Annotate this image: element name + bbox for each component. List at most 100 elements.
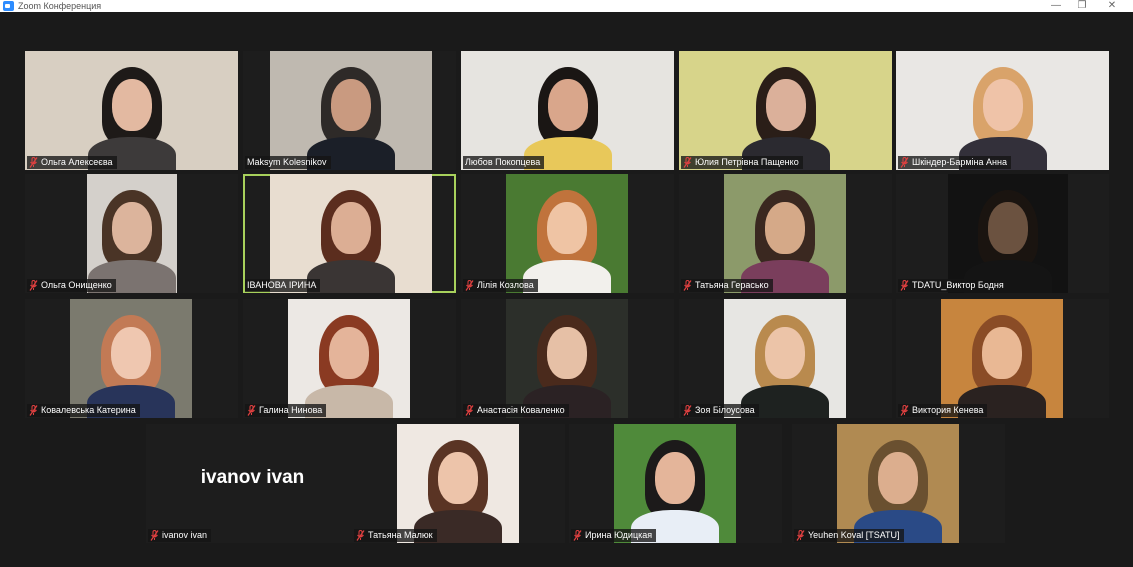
participant-tile[interactable]: Ковалевська Катерина [25, 299, 238, 418]
person-face [765, 327, 805, 379]
participant-name: Ольга Алексеєва [41, 157, 113, 167]
participant-name-tag: Виктория Кенева [898, 404, 988, 417]
participant-tile[interactable]: Татьяна Малюк [352, 424, 565, 543]
participant-video [724, 299, 846, 418]
participant-video [25, 51, 238, 170]
participant-name: Анастасія Коваленко [477, 405, 565, 415]
mic-muted-icon [683, 405, 692, 416]
person-face [111, 327, 151, 379]
participant-video [506, 174, 628, 293]
participant-video [724, 174, 846, 293]
participant-name: Любов Покопцева [465, 157, 541, 167]
person-face [112, 202, 152, 254]
participant-tile[interactable]: Анастасія Коваленко [461, 299, 674, 418]
person-face [765, 79, 806, 131]
participant-tile[interactable]: Татьяна Герасько [679, 174, 892, 293]
participant-name: Татьяна Герасько [695, 280, 769, 290]
participant-name-tag: ІВАНОВА ІРИНА [245, 279, 321, 292]
mic-muted-icon [150, 530, 159, 541]
mic-muted-icon [900, 157, 909, 168]
participant-video [837, 424, 959, 543]
participant-tile[interactable]: ІВАНОВА ІРИНА [243, 174, 456, 293]
person-face [329, 327, 369, 379]
participant-tile[interactable]: ivanov ivan ivanov ivan [146, 424, 359, 543]
participant-video [896, 51, 1109, 170]
participant-name: Татьяна Малюк [368, 530, 433, 540]
participant-video [70, 299, 192, 418]
mic-muted-icon [900, 405, 909, 416]
participant-tile[interactable]: Юлия Петрівна Пащенко [679, 51, 892, 170]
participant-name-tag: Ирина Юдицкая [571, 529, 657, 542]
person-face [547, 79, 588, 131]
participant-name-tag: TDATU_Виктор Бодня [898, 279, 1008, 292]
participant-name: Лілія Козлова [477, 280, 534, 290]
person-face [331, 202, 371, 254]
participant-name-tag: ivanov ivan [148, 529, 212, 542]
participant-name: TDATU_Виктор Бодня [912, 280, 1004, 290]
participant-tile[interactable]: Любов Покопцева [461, 51, 674, 170]
participant-name: Юлия Петрівна Пащенко [695, 157, 799, 167]
participant-name-tag: Maksym Kolesnikov [245, 156, 331, 169]
participant-video [87, 174, 177, 293]
participant-name-tag: Татьяна Малюк [354, 529, 437, 542]
participant-name: ivanov ivan [162, 530, 208, 540]
mic-muted-icon [465, 405, 474, 416]
mic-muted-icon [465, 280, 474, 291]
person-face [111, 79, 152, 131]
person-face [547, 327, 587, 379]
participant-tile[interactable]: Зоя Білоусова [679, 299, 892, 418]
participant-name: Виктория Кенева [912, 405, 984, 415]
mic-muted-icon [29, 280, 38, 291]
participant-tile[interactable]: Галина Нинова [243, 299, 456, 418]
window-title: Zoom Конференция [18, 1, 102, 11]
participant-tile[interactable]: Ольга Алексеєва [25, 51, 238, 170]
person-face [655, 452, 695, 504]
participant-name-tag: Галина Нинова [245, 404, 327, 417]
participant-tile[interactable]: Шкіндер-Барміна Анна [896, 51, 1109, 170]
participant-name-tag: Юлия Петрівна Пащенко [681, 156, 803, 169]
participant-tile[interactable]: Yeuhen Koval [TSATU] [792, 424, 1005, 543]
participant-name-tag: Татьяна Герасько [681, 279, 773, 292]
window-titlebar: Zoom Конференция — ❐ ✕ [0, 0, 1133, 12]
mic-muted-icon [29, 405, 38, 416]
close-button[interactable]: ✕ [1097, 0, 1127, 12]
participant-video [679, 51, 892, 170]
participant-name: ІВАНОВА ІРИНА [247, 280, 317, 290]
participant-name: Yeuhen Koval [TSATU] [808, 530, 900, 540]
participant-tile[interactable]: Ольга Онищенко [25, 174, 238, 293]
gallery-view: Ольга Алексеєва Maksym Kolesnikov Любов По… [2, 12, 1131, 567]
person-face [988, 202, 1028, 254]
participant-name-tag: Ковалевська Катерина [27, 404, 140, 417]
mic-muted-icon [683, 157, 692, 168]
participant-tile[interactable]: Ирина Юдицкая [569, 424, 782, 543]
participant-tile[interactable]: TDATU_Виктор Бодня [896, 174, 1109, 293]
person-face [438, 452, 478, 504]
participant-video [461, 51, 674, 170]
participant-name-tag: Шкіндер-Барміна Анна [898, 156, 1011, 169]
participant-tile[interactable]: Maksym Kolesnikov [243, 51, 456, 170]
restore-button[interactable]: ❐ [1067, 0, 1097, 12]
participant-video [397, 424, 519, 543]
participant-video [941, 299, 1063, 418]
participant-video [948, 174, 1068, 293]
mic-muted-icon [900, 280, 909, 291]
person-face [331, 79, 371, 131]
participant-name-tag: Ольга Онищенко [27, 279, 116, 292]
participant-video [270, 51, 432, 170]
person-face [982, 327, 1022, 379]
participant-name-tag: Зоя Білоусова [681, 404, 759, 417]
participant-video [270, 174, 432, 293]
mic-muted-icon [356, 530, 365, 541]
participant-name: Ирина Юдицкая [585, 530, 653, 540]
participant-video [506, 299, 628, 418]
participant-name-tag: Любов Покопцева [463, 156, 545, 169]
participant-name: Ковалевська Катерина [41, 405, 136, 415]
participant-name-tag: Yeuhen Koval [TSATU] [794, 529, 904, 542]
participant-name: Maksym Kolesnikov [247, 157, 327, 167]
participant-tile[interactable]: Виктория Кенева [896, 299, 1109, 418]
mic-muted-icon [29, 157, 38, 168]
participant-tile[interactable]: Лілія Козлова [461, 174, 674, 293]
participant-name-tag: Анастасія Коваленко [463, 404, 569, 417]
participant-name: Ольга Онищенко [41, 280, 112, 290]
participant-video [614, 424, 736, 543]
